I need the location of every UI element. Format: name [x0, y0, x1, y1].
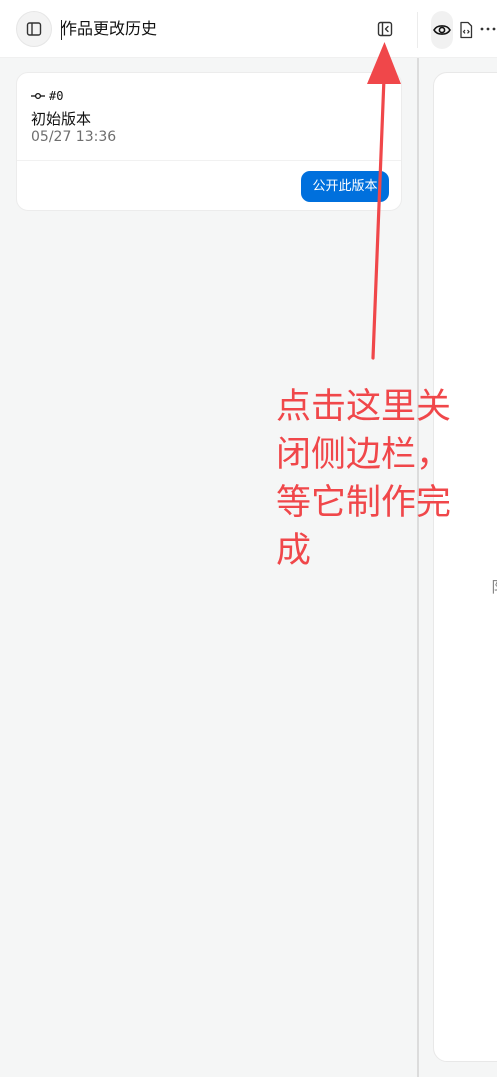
eye-icon	[433, 25, 451, 35]
top-bar: 作品更改历史	[0, 0, 497, 58]
version-card[interactable]: #0 初始版本 05/27 13:36 公开此版本	[16, 72, 402, 211]
collapse-sidebar-button[interactable]	[375, 19, 395, 39]
publish-version-button[interactable]: 公开此版本	[301, 171, 389, 202]
annotation-text: 点击这里关闭侧边栏，等它制作完成	[276, 387, 452, 571]
app-window: 作品更改历史 #0 初始版本 05/27 13:36 公开此版本 点击这里关闭侧…	[0, 0, 497, 1077]
sidebar-toggle-button[interactable]	[16, 11, 52, 47]
version-timestamp: 05/27 13:36	[31, 129, 117, 145]
commit-icon	[31, 92, 45, 100]
commit-id: #0	[49, 89, 64, 103]
code-file-icon	[460, 21, 473, 39]
code-view-button[interactable]	[458, 21, 474, 39]
page-title[interactable]: 作品更改历史	[61, 19, 157, 39]
sidebar-panel-icon	[26, 22, 42, 36]
version-name: 初始版本	[31, 110, 92, 128]
collapse-sidebar-icon	[377, 21, 393, 37]
card-divider	[17, 160, 401, 161]
preview-partial-text: 阝	[491, 576, 497, 597]
commit-id-row: #0	[31, 89, 63, 103]
more-button[interactable]	[480, 22, 496, 36]
toolbar-divider	[417, 12, 418, 48]
more-icon	[480, 27, 496, 31]
preview-button[interactable]	[431, 11, 453, 49]
